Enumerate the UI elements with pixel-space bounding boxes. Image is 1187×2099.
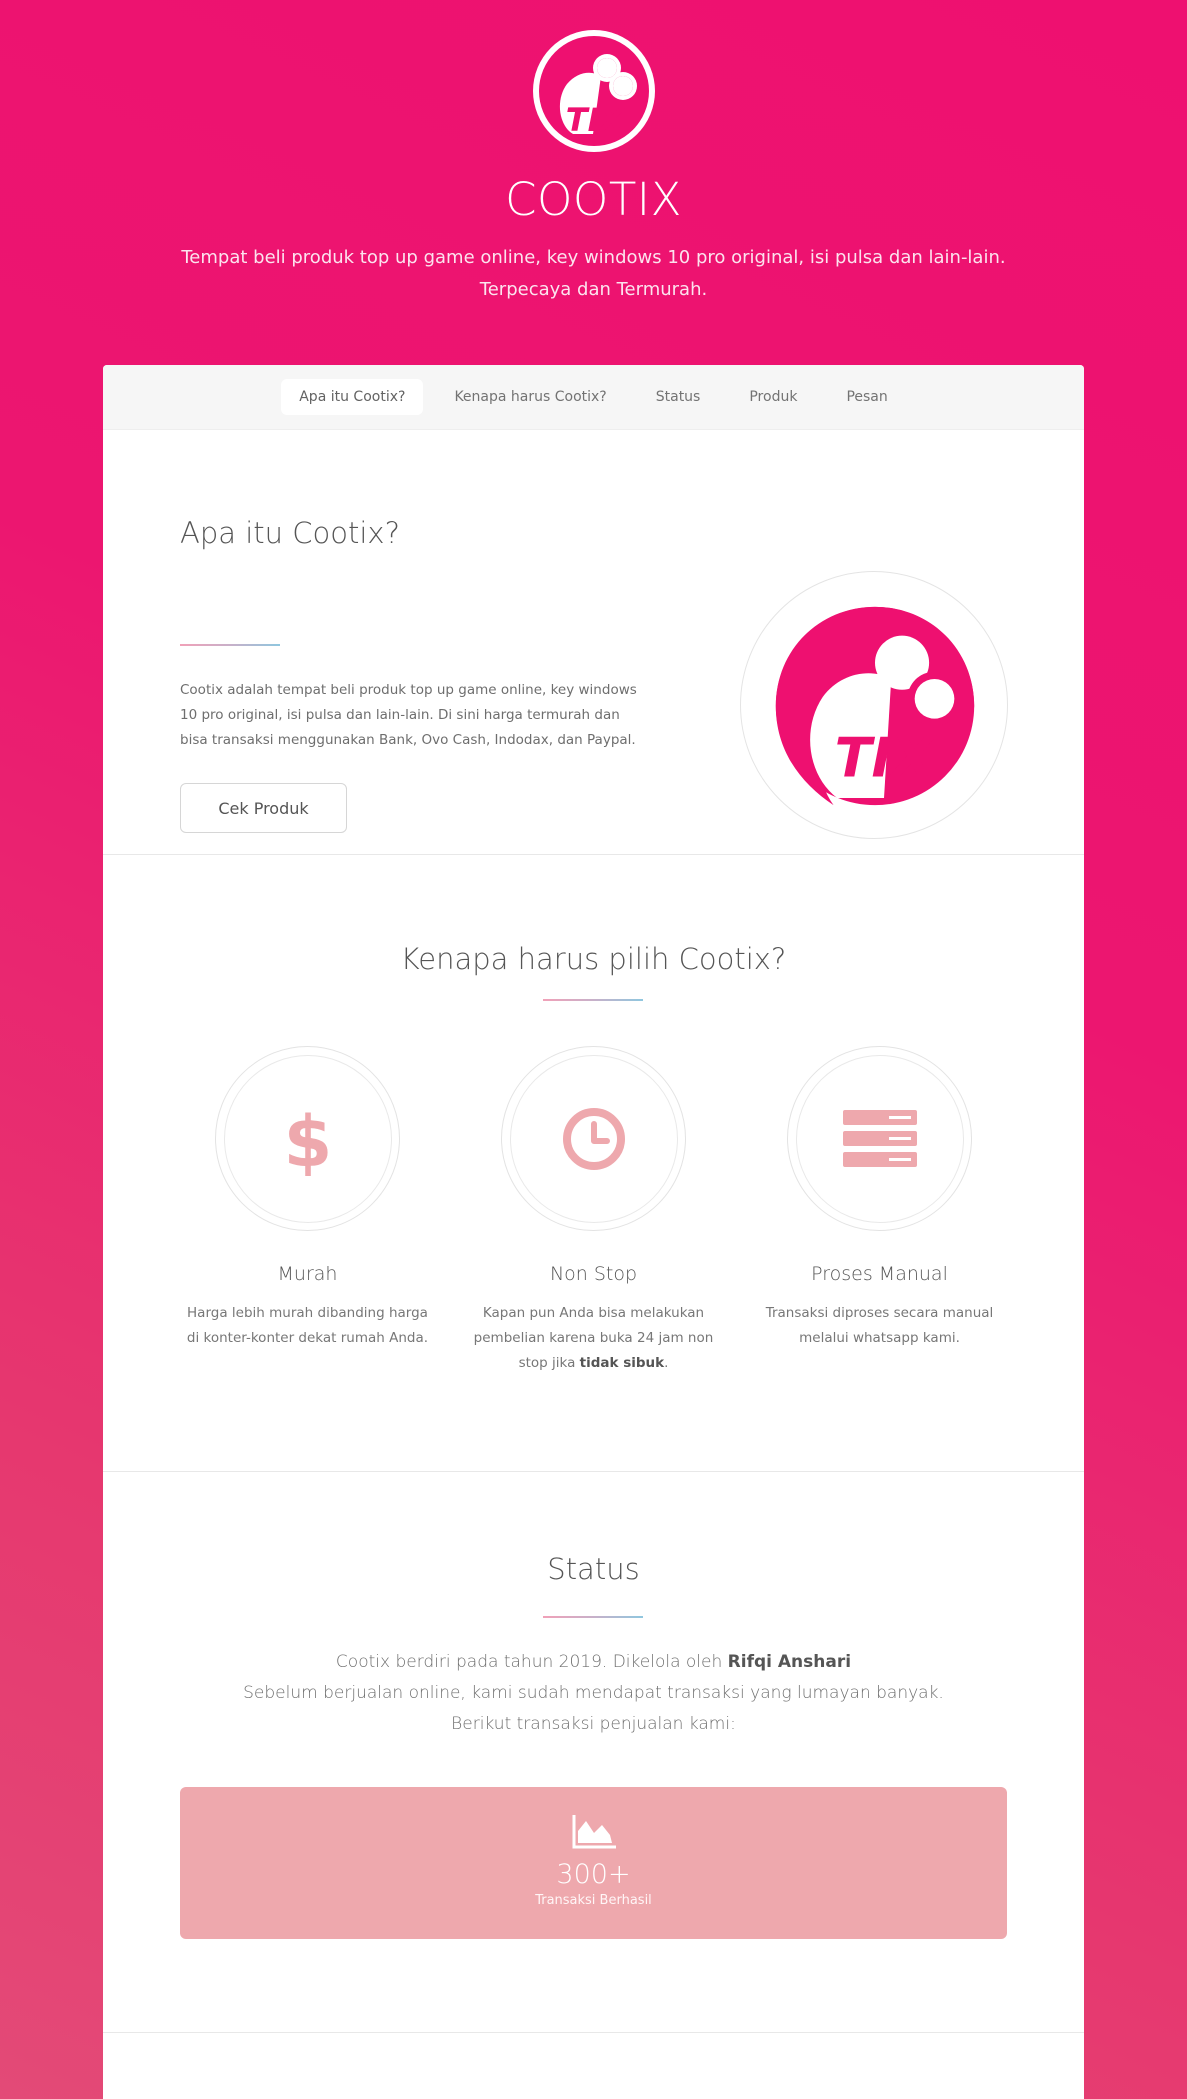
why-divider [543,999,643,1001]
main-card: Apa itu Cootix? Kenapa harus Cootix? Sta… [103,365,1084,2099]
feature-text-bold: tidak sibuk [579,1355,665,1371]
feature-icon-ring [501,1046,686,1231]
cootix-logo-icon: TIX [538,36,649,146]
server-icon [842,1109,917,1167]
nav-item-produk[interactable]: Produk [731,379,815,415]
feature-text: Harga lebih murah dibanding harga di kon… [186,1305,429,1346]
feature-non-stop: Non Stop Kapan pun Anda bisa melakukan p… [466,1046,721,1376]
nav-item-pesan[interactable]: Pesan [828,379,905,415]
clock-icon [562,1107,625,1170]
feature-proses-manual: Proses Manual Transaksi diproses secara … [752,1046,1007,1376]
feature-title: Murah [277,1263,338,1285]
intro-title: Apa itu Cootix? [180,516,400,550]
dollar-icon: $ [285,1102,331,1176]
intro-logo: TIX [740,571,1008,839]
svg-text:TIX: TIX [835,726,936,789]
svg-text:$: $ [285,1102,331,1176]
area-chart-icon [572,1815,616,1849]
tagline-line-1: Tempat beli produk top up game online, k… [181,247,1006,268]
intro-divider [180,644,280,646]
stat-value: 300+ [556,1859,631,1890]
svg-text:TIX: TIX [565,101,625,139]
feature-list: $ Murah Harga lebih murah dibanding harg… [180,1046,1007,1376]
status-divider [543,1616,643,1618]
feature-title: Non Stop [549,1263,638,1285]
cek-produk-button[interactable]: Cek Produk [180,783,347,833]
owner-name: Rifqi Anshari [727,1652,852,1672]
stat-transaksi: 300+ Transaksi Berhasil [180,1787,1007,1939]
why-title: Kenapa harus pilih Cootix? [400,942,787,976]
status-title: Status [547,1552,640,1586]
cootix-logo-large-icon: TIX [766,597,984,815]
feature-text: Kapan pun Anda bisa melakukan pembelian … [473,1305,714,1371]
feature-murah: $ Murah Harga lebih murah dibanding harg… [180,1046,435,1376]
section-intro: Apa itu Cootix? Cootix adalah tempat bel… [103,430,1084,855]
status-text: Cootix berdiri pada tahun 2019. Dikelola… [243,1652,944,1734]
site-title: COOTIX [505,173,682,226]
feature-title: Proses Manual [811,1263,948,1285]
intro-text: Cootix adalah tempat beli produk top up … [180,682,637,748]
nav-item-apa-itu[interactable]: Apa itu Cootix? [281,379,424,415]
feature-text: Transaksi diproses secara manual melalui… [765,1305,994,1346]
section-status: Status Cootix berdiri pada tahun 2019. D… [103,1472,1084,2033]
feature-icon-ring [787,1046,972,1231]
nav-item-status[interactable]: Status [638,379,719,415]
nav-item-kenapa[interactable]: Kenapa harus Cootix? [436,379,624,415]
tagline-line-2: Terpecaya dan Termurah. [479,279,708,300]
site-header: TIX COOTIX Tempat beli produk top up gam… [0,0,1187,365]
site-logo[interactable]: TIX [532,30,655,152]
stat-label: Transaksi Berhasil [535,1893,652,1908]
site-tagline: Tempat beli produk top up game online, k… [0,242,1187,306]
section-nav: Apa itu Cootix? Kenapa harus Cootix? Sta… [103,365,1084,430]
feature-icon-ring: $ [215,1046,400,1231]
section-why: Kenapa harus pilih Cootix? $ Murah Harga… [103,855,1084,1472]
